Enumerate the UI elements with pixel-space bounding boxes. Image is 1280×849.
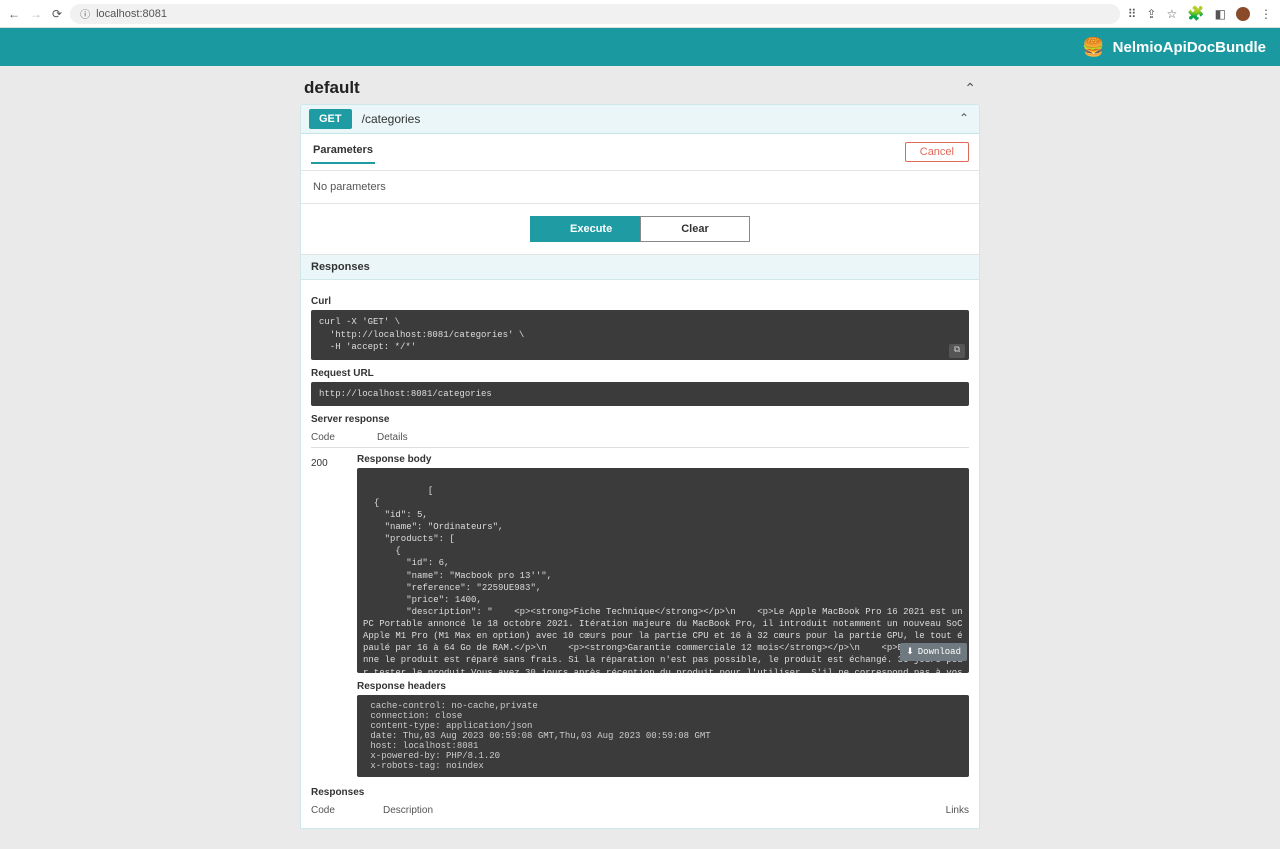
col-details: Details <box>377 432 408 443</box>
share-icon[interactable]: ⇪ <box>1146 7 1156 21</box>
tab-parameters[interactable]: Parameters <box>311 140 375 164</box>
translate-icon[interactable]: ⠿ <box>1128 7 1137 21</box>
response-body-label: Response body <box>357 454 969 465</box>
status-code: 200 <box>311 454 347 777</box>
bookmark-icon[interactable]: ☆ <box>1166 7 1177 21</box>
address-bar[interactable]: ⓘ localhost:8081 <box>70 4 1120 24</box>
logo-icon: 🍔 <box>1082 37 1104 58</box>
server-response-label: Server response <box>311 414 969 425</box>
panel-icon[interactable]: ◧ <box>1215 7 1226 21</box>
response-headers-label: Response headers <box>357 681 969 692</box>
clear-button[interactable]: Clear <box>640 216 750 242</box>
download-button[interactable]: ⬇Download <box>900 643 967 661</box>
response-body-box[interactable]: [ { "id": 5, "name": "Ordinateurs", "pro… <box>357 468 969 673</box>
menu-icon[interactable]: ⋮ <box>1260 7 1272 21</box>
curl-label: Curl <box>311 296 969 307</box>
responses-2-header: Responses <box>311 787 969 798</box>
chevron-up-icon[interactable]: ⌃ <box>959 111 969 125</box>
curl-command-box[interactable]: curl -X 'GET' \ 'http://localhost:8081/c… <box>311 310 969 360</box>
response-headers-box[interactable]: cache-control: no-cache,private connecti… <box>357 695 969 777</box>
brand-name: NelmioApiDocBundle <box>1113 39 1266 56</box>
download-icon: ⬇ <box>906 646 914 658</box>
col-code: Code <box>311 432 347 443</box>
operation-path: /categories <box>362 112 421 126</box>
method-badge: GET <box>309 109 352 129</box>
col-links: Links <box>909 805 969 816</box>
browser-toolbar: ← → ⟳ ⓘ localhost:8081 ⠿ ⇪ ☆ 🧩 ◧ ⋮ <box>0 0 1280 28</box>
cancel-button[interactable]: Cancel <box>905 142 969 162</box>
site-info-icon[interactable]: ⓘ <box>80 6 90 21</box>
execute-button[interactable]: Execute <box>530 216 640 242</box>
forward-icon[interactable]: → <box>30 7 42 21</box>
col-description: Description <box>383 805 879 816</box>
copy-icon[interactable]: ⧉ <box>949 344 965 358</box>
section-header[interactable]: default ⌃ <box>300 72 980 104</box>
reload-icon[interactable]: ⟳ <box>52 7 62 21</box>
no-parameters-text: No parameters <box>301 171 979 204</box>
col-code-2: Code <box>311 805 353 816</box>
operation-block: GET /categories ⌃ Parameters Cancel No p… <box>300 104 980 829</box>
request-url-label: Request URL <box>311 368 969 379</box>
operation-header[interactable]: GET /categories ⌃ <box>301 105 979 134</box>
responses-header: Responses <box>301 255 979 280</box>
section-title: default <box>304 78 360 98</box>
back-icon[interactable]: ← <box>8 7 20 21</box>
avatar[interactable] <box>1236 7 1250 21</box>
extensions-icon[interactable]: 🧩 <box>1187 5 1204 22</box>
chevron-up-icon[interactable]: ⌃ <box>964 80 976 97</box>
app-banner: 🍔 NelmioApiDocBundle <box>0 28 1280 66</box>
request-url-box[interactable]: http://localhost:8081/categories <box>311 382 969 407</box>
url-text: localhost:8081 <box>96 8 167 20</box>
